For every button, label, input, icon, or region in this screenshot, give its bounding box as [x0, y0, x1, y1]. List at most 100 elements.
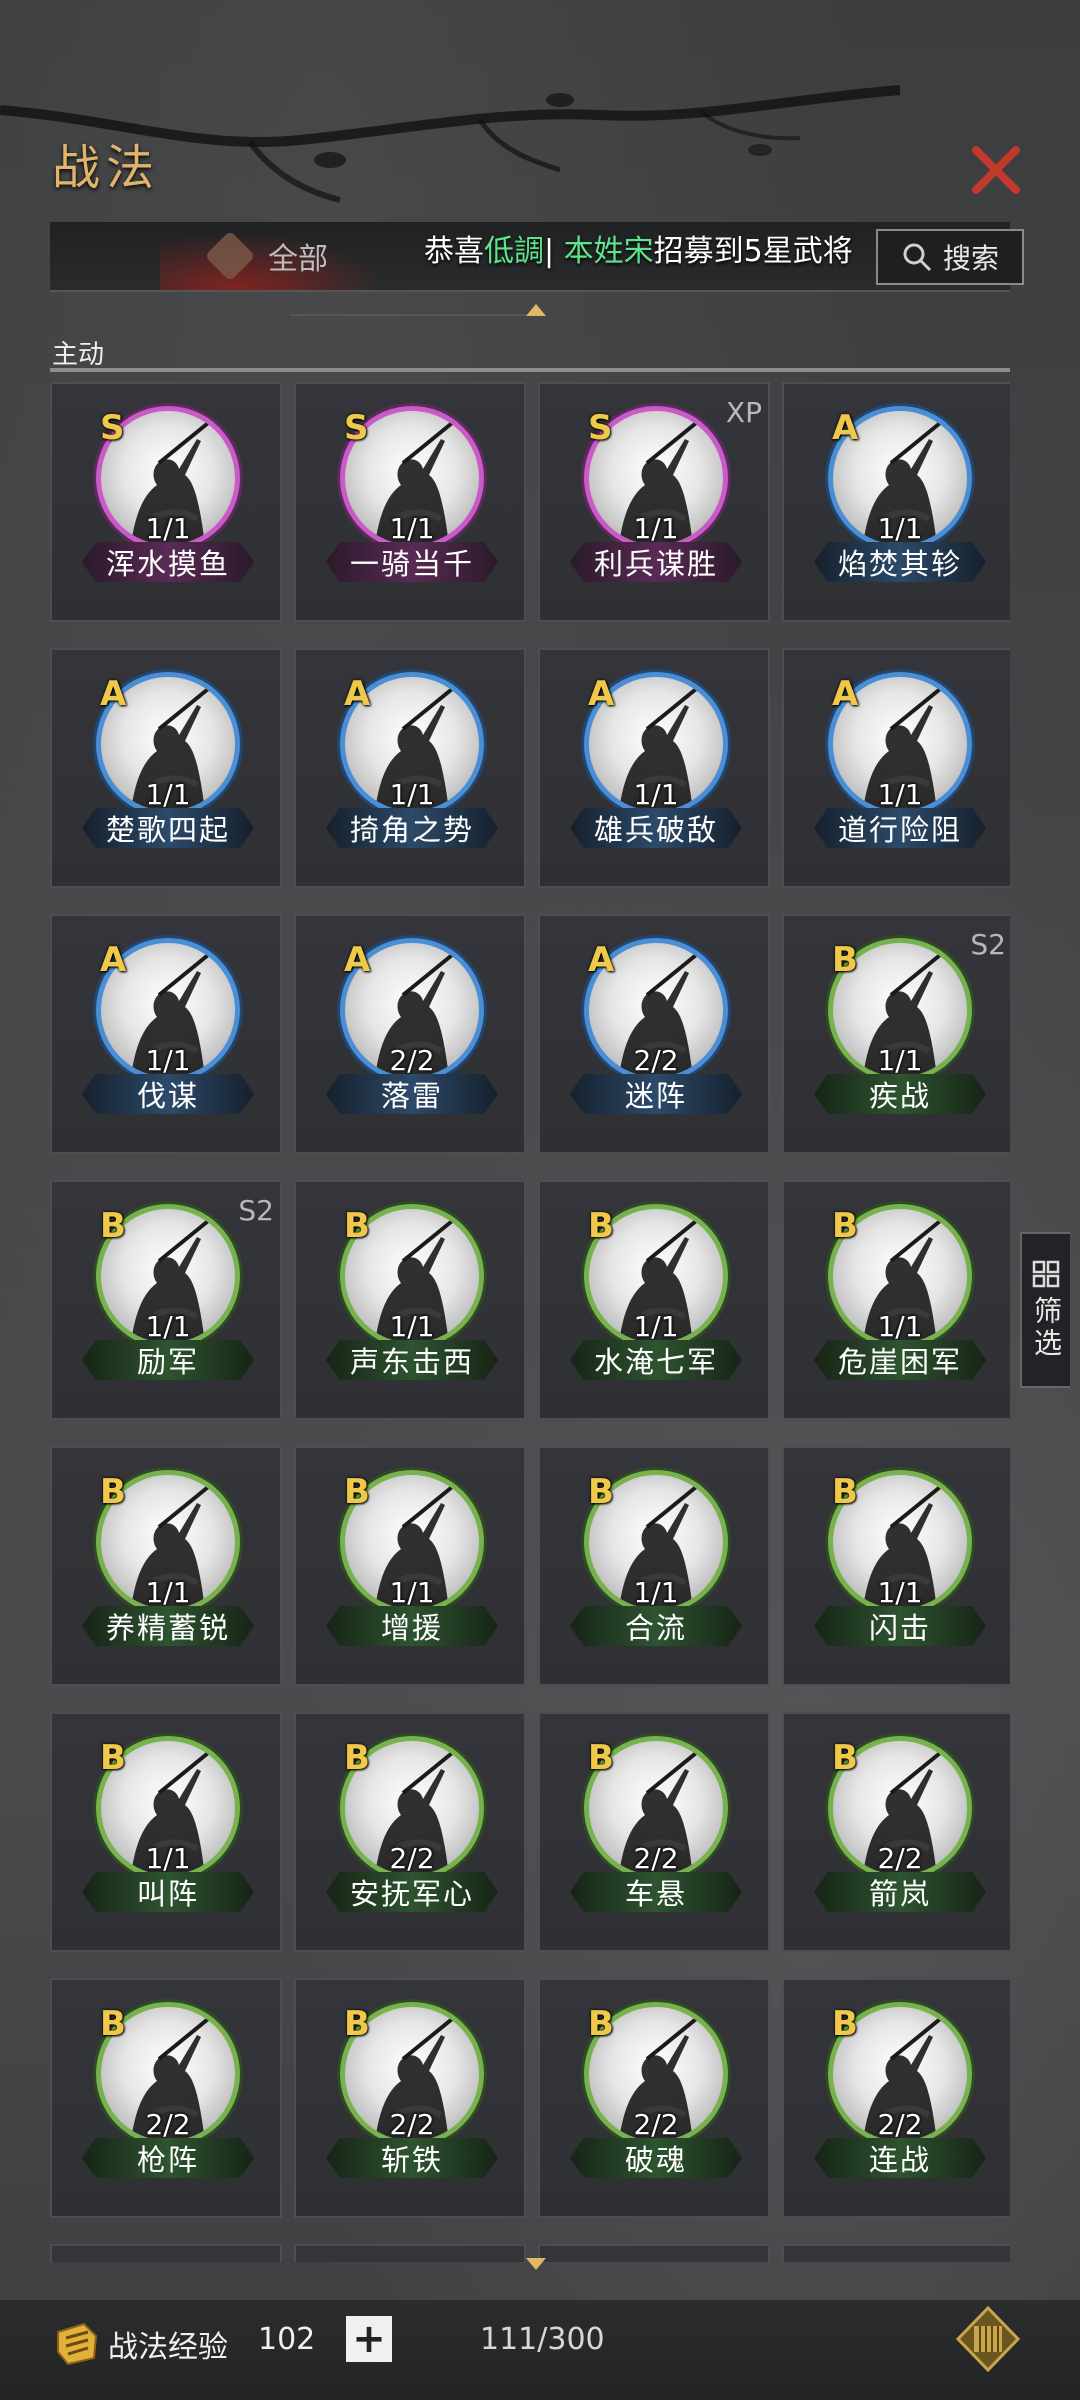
skill-name: 枪阵 [82, 2138, 254, 2178]
skill-card[interactable]: S 1/1 浑水摸鱼 [50, 382, 282, 622]
skill-level: 1/1 [877, 778, 923, 811]
skill-card[interactable]: B 1/1 闪击 [782, 1446, 1010, 1686]
skill-card[interactable]: A 1/1 楚歌四起 [50, 648, 282, 888]
skill-tag: S2 [970, 928, 1006, 961]
skill-level: 1/1 [389, 512, 435, 545]
skill-level: 1/1 [633, 512, 679, 545]
skill-card[interactable]: A 1/1 掎角之势 [294, 648, 526, 888]
skill-level: 1/1 [877, 512, 923, 545]
skill-level: 2/2 [145, 2108, 191, 2141]
skill-card[interactable]: B 1/1 声东击西 [294, 1180, 526, 1420]
skill-card[interactable]: B 1/1 励军 S2 [50, 1180, 282, 1420]
skill-count: 111/300 [480, 2322, 605, 2357]
announce-player: 本姓宋 [563, 234, 654, 269]
all-tab-icon [204, 230, 256, 282]
skill-level: 1/1 [145, 1576, 191, 1609]
skill-card[interactable]: C [782, 2244, 1010, 2262]
skill-name: 落雷 [326, 1074, 498, 1114]
close-button[interactable] [966, 140, 1026, 200]
section-label-active: 主动 [52, 340, 105, 370]
skill-card[interactable]: S 1/1 一骑当千 [294, 382, 526, 622]
skill-card[interactable]: B 2/2 车悬 [538, 1712, 770, 1952]
skill-level: 1/1 [633, 1310, 679, 1343]
skill-name: 合流 [570, 1606, 742, 1646]
skill-name: 声东击西 [326, 1340, 498, 1380]
scroll-up-arrow-icon [526, 304, 546, 316]
skill-card[interactable]: A 1/1 雄兵破敌 [538, 648, 770, 888]
skill-card[interactable]: B 2/2 斩铁 [294, 1978, 526, 2218]
skill-card[interactable]: B 1/1 叫阵 [50, 1712, 282, 1952]
skill-level: 2/2 [633, 2108, 679, 2141]
search-label: 搜索 [942, 242, 999, 275]
skill-card[interactable]: B 1/1 合流 [538, 1446, 770, 1686]
skill-grade: B [100, 1738, 126, 1778]
skill-card[interactable]: A 1/1 伐谋 [50, 914, 282, 1154]
skill-card[interactable]: B 2/2 连战 [782, 1978, 1010, 2218]
skill-grade: B [832, 940, 858, 980]
skill-grade: A [100, 940, 127, 980]
skill-grade: B [832, 1206, 858, 1246]
skill-card[interactable]: B 1/1 养精蓄锐 [50, 1446, 282, 1686]
skill-grade: S [588, 408, 613, 448]
skill-name: 迷阵 [570, 1074, 742, 1114]
skill-card[interactable]: B 2/2 破魂 [538, 1978, 770, 2218]
skill-card[interactable]: B 1/1 危崖困军 [782, 1180, 1010, 1420]
skill-level: 1/1 [145, 1044, 191, 1077]
storage-icon[interactable] [956, 2306, 1020, 2372]
skill-card[interactable]: A 1/1 焰焚其轸 [782, 382, 1010, 622]
skill-card[interactable]: B 2/2 安抚军心 [294, 1712, 526, 1952]
skill-level: 1/1 [389, 778, 435, 811]
skill-card[interactable]: A 2/2 迷阵 [538, 914, 770, 1154]
skill-level: 1/1 [877, 1044, 923, 1077]
skill-name: 破魂 [570, 2138, 742, 2178]
announce-prefix: 恭喜 [424, 234, 484, 269]
skill-grade: B [832, 1472, 858, 1512]
skill-grade: S [344, 408, 369, 448]
skill-grid-viewport[interactable]: S 1/1 浑水摸鱼 S 1/1 一骑当千 S 1/1 利兵谋胜 XP A 1/… [50, 382, 1010, 2262]
filter-button[interactable]: 筛选 [1020, 1232, 1070, 1388]
skill-grade: B [344, 2004, 370, 2044]
skill-grade: B [100, 2004, 126, 2044]
skill-level: 2/2 [389, 1842, 435, 1875]
skill-card[interactable]: C [294, 2244, 526, 2262]
skill-card[interactable]: C [538, 2244, 770, 2262]
skill-grade: B [344, 1738, 370, 1778]
add-exp-button[interactable]: + [346, 2316, 392, 2362]
search-button[interactable]: 搜索 [876, 229, 1024, 285]
skill-grade: B [588, 1472, 614, 1512]
skill-name: 利兵谋胜 [570, 542, 742, 582]
skill-level: 2/2 [633, 1842, 679, 1875]
scroll-down-arrow-icon [526, 2258, 546, 2270]
announce-suffix: 招募到5星武将 [653, 234, 853, 269]
skill-card[interactable]: A 2/2 落雷 [294, 914, 526, 1154]
skill-grade: B [100, 1206, 126, 1246]
skill-grade: A [588, 940, 615, 980]
skill-level: 1/1 [145, 1842, 191, 1875]
skill-level: 1/1 [145, 1310, 191, 1343]
skill-card[interactable]: B 1/1 水淹七军 [538, 1180, 770, 1420]
tab-all-label: 全部 [268, 242, 328, 277]
skill-level: 2/2 [877, 2108, 923, 2141]
skill-name: 车悬 [570, 1872, 742, 1912]
tab-all[interactable]: 全部 [160, 222, 410, 290]
tab-divider [290, 314, 530, 316]
skill-card[interactable]: B 1/1 疾战 S2 [782, 914, 1010, 1154]
skill-card[interactable]: C [50, 2244, 282, 2262]
exp-value: 102 [258, 2322, 316, 2357]
skill-grade: B [344, 1472, 370, 1512]
skill-card[interactable]: B 1/1 增援 [294, 1446, 526, 1686]
close-icon [972, 146, 1020, 194]
skill-card[interactable]: S 1/1 利兵谋胜 XP [538, 382, 770, 622]
skill-name: 养精蓄锐 [82, 1606, 254, 1646]
skill-name: 楚歌四起 [82, 808, 254, 848]
skill-card[interactable]: B 2/2 箭岚 [782, 1712, 1010, 1952]
announce-sep: | [544, 234, 555, 269]
skill-grade: A [832, 408, 859, 448]
skill-name: 危崖困军 [814, 1340, 986, 1380]
skill-level: 1/1 [145, 778, 191, 811]
skill-grade: B [588, 1738, 614, 1778]
skill-card[interactable]: A 1/1 道行险阻 [782, 648, 1010, 888]
skill-name: 增援 [326, 1606, 498, 1646]
skill-card[interactable]: B 2/2 枪阵 [50, 1978, 282, 2218]
skill-level: 1/1 [389, 1576, 435, 1609]
